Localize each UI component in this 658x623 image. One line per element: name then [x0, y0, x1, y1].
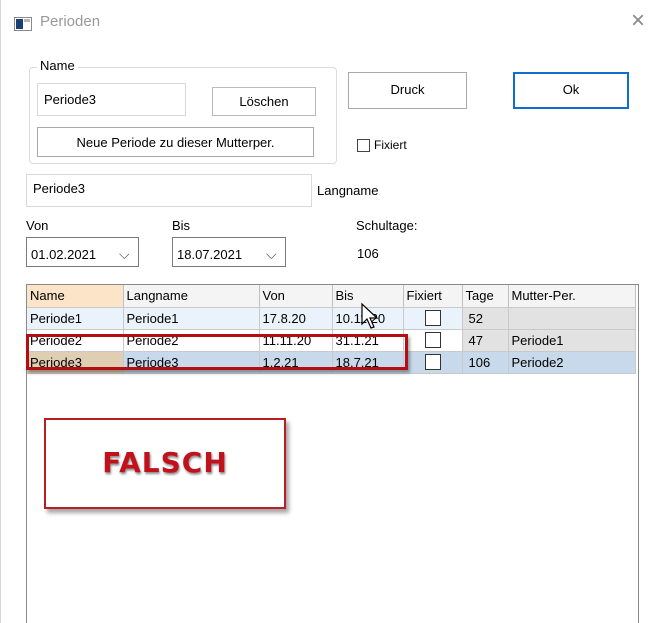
cell-fixiert[interactable]: [403, 307, 463, 330]
cell-fixiert[interactable]: [403, 329, 463, 352]
cell-mutter: Periode2: [508, 351, 636, 374]
row-highlight-box: [26, 334, 408, 370]
name-group-legend: Name: [37, 58, 78, 73]
fixiert-row-checkbox[interactable]: [424, 354, 441, 371]
name-input[interactable]: Periode3: [37, 83, 186, 116]
falsch-annotation: FALSCH: [102, 446, 228, 479]
cell-name[interactable]: Periode1: [27, 307, 124, 330]
neue-periode-button[interactable]: Neue Periode zu dieser Mutterper.: [37, 127, 314, 157]
column-header-mutter[interactable]: Mutter-Per.: [508, 285, 636, 308]
close-icon[interactable]: ×: [631, 9, 645, 33]
von-date-value: 01.02.2021: [31, 247, 97, 262]
schultage-label: Schultage:: [356, 218, 418, 233]
app-icon: [14, 17, 32, 31]
ok-button[interactable]: Ok: [513, 72, 629, 109]
langname-input[interactable]: Periode3: [26, 174, 312, 207]
bis-label: Bis: [172, 218, 191, 233]
bis-date-picker[interactable]: 18.07.2021 ⌵: [172, 237, 286, 267]
fixiert-label: Fixiert: [374, 138, 407, 152]
loeschen-button[interactable]: Löschen: [212, 87, 316, 116]
langname-label: Langname: [317, 183, 379, 198]
mouse-cursor-icon: [361, 302, 379, 329]
bis-date-value: 18.07.2021: [177, 247, 243, 262]
grid-header-row: Name Langname Von Bis Fixiert Tage Mutte…: [27, 285, 636, 308]
schultage-value: 106: [357, 246, 379, 261]
column-header-fixiert[interactable]: Fixiert: [403, 285, 463, 308]
fixiert-row-checkbox[interactable]: [424, 310, 441, 327]
von-date-picker[interactable]: 01.02.2021 ⌵: [26, 237, 139, 267]
druck-button[interactable]: Druck: [348, 72, 467, 109]
cell-langname[interactable]: Periode1: [123, 307, 260, 330]
cell-tage: 47: [462, 329, 509, 352]
column-header-von[interactable]: Von: [259, 285, 333, 308]
cell-tage: 52: [462, 307, 509, 330]
cell-von[interactable]: 17.8.20: [259, 307, 333, 330]
window-title: Perioden: [40, 13, 101, 30]
fixiert-row-checkbox[interactable]: [424, 332, 441, 349]
cell-mutter: Periode1: [508, 329, 636, 352]
chevron-down-icon[interactable]: ⌵: [266, 246, 277, 263]
column-header-tage[interactable]: Tage: [462, 285, 509, 308]
chevron-down-icon[interactable]: ⌵: [119, 246, 130, 263]
cell-tage: 106: [462, 351, 509, 374]
cell-mutter: [508, 307, 636, 330]
cell-fixiert[interactable]: [403, 351, 463, 374]
table-row[interactable]: Periode1 Periode1 17.8.20 10.11.20 52: [27, 307, 636, 330]
von-label: Von: [26, 218, 49, 233]
column-header-langname[interactable]: Langname: [123, 285, 260, 308]
column-header-name[interactable]: Name: [27, 285, 124, 308]
fixiert-checkbox[interactable]: [357, 139, 370, 152]
